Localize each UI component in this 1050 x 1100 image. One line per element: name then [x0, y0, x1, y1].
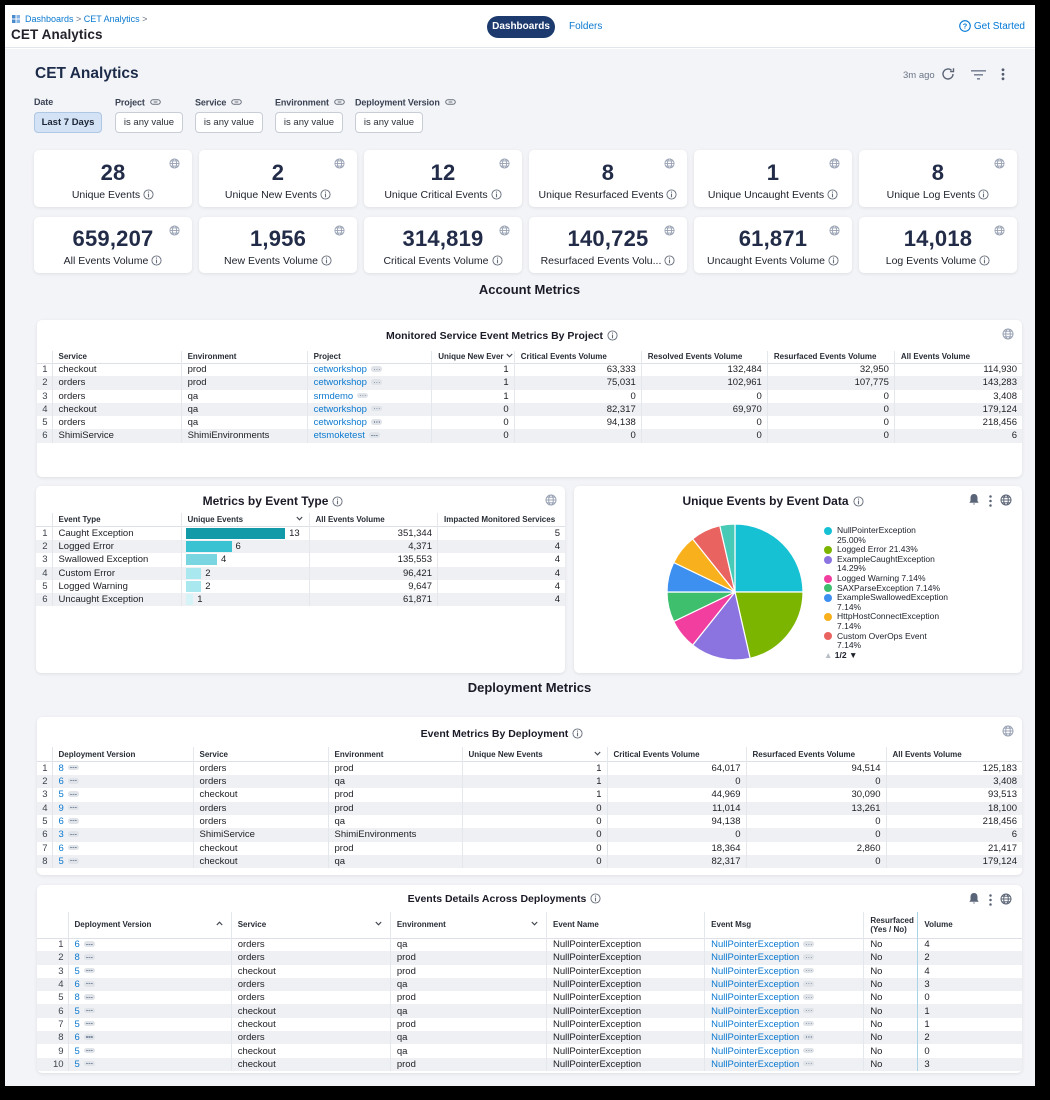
svg-text:?: ?: [963, 21, 968, 30]
